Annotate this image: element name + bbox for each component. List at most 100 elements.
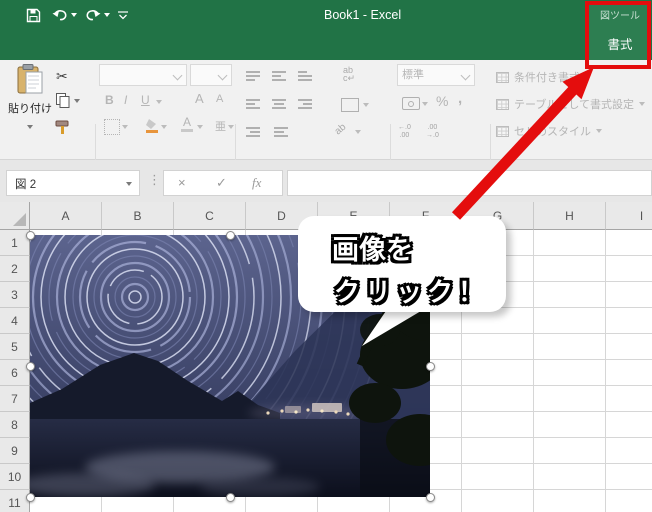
underline-button[interactable]: U [141, 93, 150, 107]
wrap-text-icon: ab c↵ [343, 65, 356, 83]
wrap-text-button[interactable]: ab c↵ [343, 65, 356, 83]
column-header-b[interactable]: B [102, 202, 174, 230]
conditional-formatting-button[interactable]: 条件付き書式 [496, 68, 591, 86]
conditional-formatting-dropdown-icon [585, 75, 591, 79]
format-as-table-button[interactable]: テーブルとして書式設定 [496, 95, 646, 113]
selection-handle-bottom-right[interactable] [426, 493, 435, 502]
selection-handle-middle-left[interactable] [26, 362, 35, 371]
column-header-h[interactable]: H [534, 202, 606, 230]
clipboard-group: 貼り付け ✂ クリップボード [0, 60, 95, 216]
bold-button[interactable]: B [105, 93, 114, 107]
paste-button[interactable]: 貼り付け [8, 64, 52, 140]
name-box[interactable]: 図 2 [6, 170, 140, 196]
selection-handle-bottom-center[interactable] [226, 493, 235, 502]
row-header-5[interactable]: 5 [0, 334, 30, 360]
redo-dropdown-icon[interactable] [104, 13, 110, 17]
column-header-i[interactable]: I [606, 202, 652, 230]
row-header-9[interactable]: 9 [0, 438, 30, 464]
number-format-value: 標準 [402, 69, 424, 81]
selection-handle-bottom-left[interactable] [26, 493, 35, 502]
column-header-c[interactable]: C [174, 202, 246, 230]
cut-button[interactable]: ✂ [56, 68, 68, 85]
row-header-3[interactable]: 3 [0, 282, 30, 308]
copy-button[interactable] [56, 93, 80, 108]
format-as-table-icon [496, 98, 509, 110]
selection-handle-middle-right[interactable] [426, 362, 435, 371]
fill-color-button[interactable] [145, 118, 159, 138]
customize-qat-button[interactable] [118, 7, 128, 23]
font-color-button[interactable]: A [181, 116, 193, 132]
formula-input[interactable] [287, 170, 652, 196]
callout-line2: クリック！ [334, 277, 490, 307]
orientation-dropdown-icon[interactable] [355, 130, 361, 134]
undo-button[interactable] [52, 7, 77, 23]
font-group: B I U A A A 亜 フォント [95, 60, 235, 216]
selection-handle-top-left[interactable] [26, 231, 35, 240]
select-all-button[interactable] [0, 202, 30, 230]
undo-dropdown-icon[interactable] [71, 13, 77, 17]
increase-indent-button[interactable] [274, 127, 288, 137]
row-header-4[interactable]: 4 [0, 308, 30, 334]
merge-center-dropdown-icon[interactable] [363, 103, 369, 107]
comma-style-button[interactable]: , [458, 90, 462, 107]
align-middle-button[interactable] [272, 71, 286, 81]
align-center-button[interactable] [272, 99, 286, 109]
enter-button[interactable]: ✓ [216, 175, 227, 191]
number-format-combo[interactable]: 標準 [397, 64, 475, 86]
cell-styles-button[interactable]: セルのスタイル [496, 122, 602, 140]
font-color-letter: A [182, 115, 191, 129]
font-color-dropdown-icon[interactable] [197, 125, 203, 129]
decrease-indent-button[interactable] [246, 127, 260, 137]
cut-icon: ✂ [56, 68, 68, 84]
decrease-decimal-button[interactable]: .00 →.0 [426, 124, 439, 140]
save-button[interactable] [26, 7, 41, 23]
redo-button[interactable] [85, 7, 110, 23]
paste-icon [17, 64, 43, 94]
currency-dropdown-icon[interactable] [422, 102, 428, 106]
increase-decimal-button[interactable]: ←.0 .00 [398, 124, 411, 140]
styles-group: 条件付き書式 テーブルとして書式設定 セルのスタイル スタイル [490, 60, 652, 216]
borders-button[interactable] [104, 119, 120, 135]
merge-center-button[interactable] [341, 98, 359, 112]
paste-label: 貼り付け [8, 103, 52, 115]
align-bottom-button[interactable] [298, 71, 312, 81]
format-painter-button[interactable] [55, 120, 70, 140]
align-left-button[interactable] [246, 99, 260, 109]
selection-handle-top-center[interactable] [226, 231, 235, 240]
orientation-button[interactable]: ab [333, 122, 349, 138]
formula-bar-splitter[interactable]: ⋮ [148, 172, 161, 188]
chevron-down-icon [217, 70, 228, 81]
title-bar: Book1 - Excel [0, 0, 652, 30]
grow-font-button[interactable]: A [195, 91, 204, 106]
percent-style-button[interactable]: % [436, 93, 448, 109]
formula-bar-row: 図 2 ⋮ × ✓ fx [0, 160, 652, 202]
row-header-8[interactable]: 8 [0, 412, 30, 438]
callout-line1: 画像を [332, 235, 413, 265]
align-right-button[interactable] [298, 99, 312, 109]
column-header-a[interactable]: A [30, 202, 102, 230]
alignment-group: abc↵ ab 配置 [235, 60, 390, 216]
redo-icon [86, 10, 101, 21]
currency-button[interactable] [402, 97, 420, 110]
row-header-11[interactable]: 11 [0, 490, 30, 512]
paste-dropdown-icon[interactable] [27, 125, 33, 129]
row-header-2[interactable]: 2 [0, 256, 30, 282]
align-top-button[interactable] [246, 71, 260, 81]
row-header-10[interactable]: 10 [0, 464, 30, 490]
phonetic-button[interactable]: 亜 [215, 118, 226, 134]
name-box-dropdown-icon[interactable] [126, 182, 132, 186]
insert-function-button[interactable]: fx [252, 175, 261, 191]
currency-icon [408, 100, 414, 107]
window-title: Book1 - Excel [324, 8, 402, 22]
fill-color-dropdown-icon[interactable] [161, 125, 167, 129]
row-header-7[interactable]: 7 [0, 386, 30, 412]
font-size-combo[interactable] [190, 64, 232, 86]
underline-dropdown-icon[interactable] [156, 100, 162, 104]
cancel-button[interactable]: × [178, 175, 186, 190]
chevron-down-icon [460, 70, 471, 81]
italic-button[interactable]: I [124, 93, 127, 107]
borders-dropdown-icon[interactable] [122, 125, 128, 129]
shrink-font-button[interactable]: A [216, 93, 223, 105]
phonetic-dropdown-icon[interactable] [228, 125, 234, 129]
font-name-combo[interactable] [99, 64, 187, 86]
